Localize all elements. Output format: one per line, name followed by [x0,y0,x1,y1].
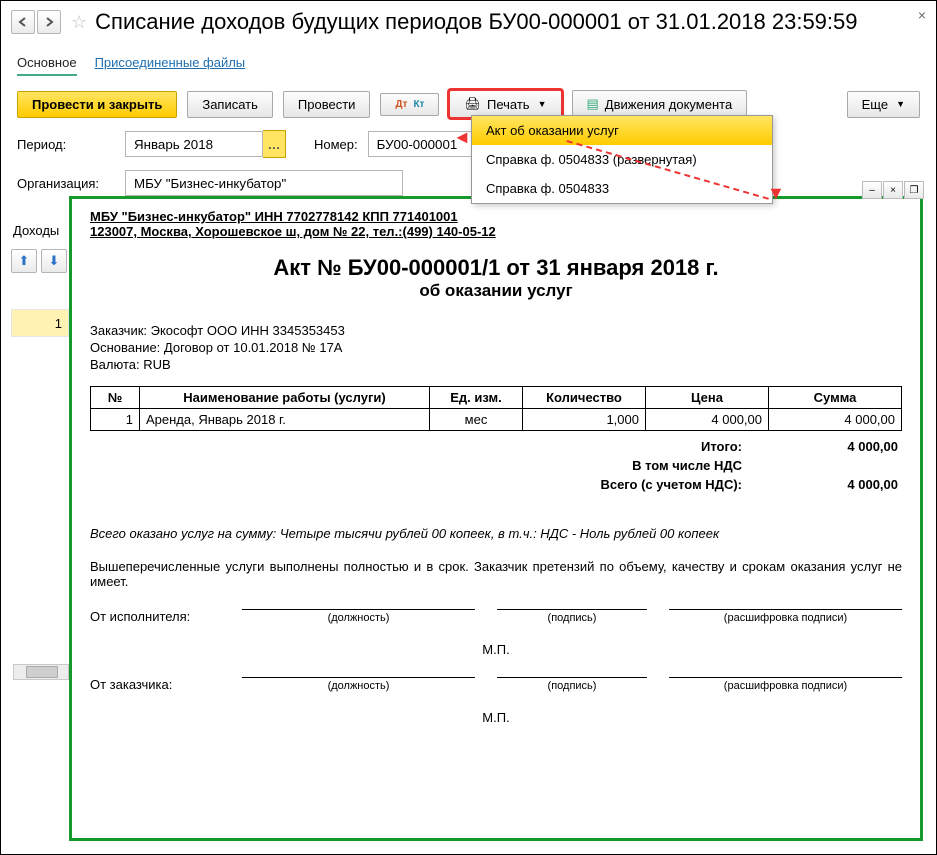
printer-icon: 🖨 [464,96,481,112]
sign-from-customer-label: От заказчика: [90,677,220,692]
act-customer: Заказчик: Экософт ООО ИНН 3345353453 [90,323,902,338]
stamp-place-2: М.П. [90,710,902,725]
cell-num: 1 [91,409,140,431]
print-button[interactable]: 🖨 Печать ▼ [449,90,561,118]
act-title: Акт № БУ00-000001/1 от 31 января 2018 г. [90,255,902,281]
document-icon: ▤ [587,96,599,112]
clause-text: Вышеперечисленные услуги выполнены полно… [90,559,902,589]
print-dropdown-menu: Акт об оказании услуг Справка ф. 0504833… [471,115,773,204]
horizontal-scrollbar[interactable] [13,664,69,680]
scrollbar-thumb[interactable] [26,666,58,678]
row-up-button[interactable]: ⬆ [11,249,37,273]
services-table: № Наименование работы (услуги) Ед. изм. … [90,386,902,431]
org-input[interactable] [125,170,403,196]
panel-restore-button[interactable]: ❐ [904,181,924,199]
table-row: 1 Аренда, Январь 2018 г. мес 1,000 4 000… [91,409,902,431]
annotation-arrow-icon: ◄ [453,127,471,148]
tab-attachments[interactable]: Присоединенные файлы [95,51,246,76]
col-sum: Сумма [769,387,902,409]
chevron-down-icon: ▼ [538,99,547,109]
favorite-star-icon[interactable]: ☆ [71,12,87,33]
movements-button[interactable]: ▤ Движения документа [572,90,748,118]
cell-qty: 1,000 [523,409,646,431]
menu-item-ref[interactable]: Справка ф. 0504833 [472,174,772,203]
vat-label: В том числе НДС [632,458,742,473]
cell-sum: 4 000,00 [769,409,902,431]
window-title: Списание доходов будущих периодов БУ00-0… [95,9,857,35]
print-button-label: Печать [487,97,530,112]
org-header-line1: МБУ "Бизнес-инкубатор" ИНН 7702778142 КП… [90,209,902,224]
org-header-line2: 123007, Москва, Хорошевское ш, дом № 22,… [90,224,902,239]
sign-position: (должность) [242,609,475,624]
sign-signature: (подпись) [497,677,647,692]
col-unit: Ед. изм. [430,387,523,409]
income-tab-label[interactable]: Доходы [13,223,59,238]
period-input[interactable] [125,131,263,157]
act-document-panel: МБУ "Бизнес-инкубатор" ИНН 7702778142 КП… [69,196,923,841]
nav-back-button[interactable] [11,10,35,34]
menu-item-act[interactable]: Акт об оказании услуг [472,116,772,145]
post-button[interactable]: Провести [283,91,371,118]
act-currency: Валюта: RUB [90,357,902,372]
row-down-button[interactable]: ⬇ [41,249,67,273]
close-window-button[interactable]: × [918,7,926,23]
period-picker-button[interactable]: … [263,130,286,158]
act-basis: Основание: Договор от 10.01.2018 № 17А [90,340,902,355]
period-label: Период: [17,137,115,152]
nav-forward-button[interactable] [37,10,61,34]
tab-main[interactable]: Основное [17,51,77,76]
vat-value [768,458,898,473]
total-label: Итого: [701,439,742,454]
more-button-label: Еще [862,97,888,112]
col-qty: Количество [523,387,646,409]
save-button[interactable]: Записать [187,91,273,118]
sum-in-words: Всего оказано услуг на сумму: Четыре тыс… [90,526,902,541]
annotation-arrow-icon: ▼ [767,183,785,204]
sign-from-executor-label: От исполнителя: [90,609,220,624]
org-label: Организация: [17,176,115,191]
dtkt-button[interactable]: ДтКт [380,93,439,116]
panel-close-button[interactable]: × [883,181,903,199]
sign-signature: (подпись) [497,609,647,624]
act-subtitle: об оказании услуг [90,281,902,301]
chevron-down-icon: ▼ [896,99,905,109]
panel-minimize-button[interactable]: – [862,181,882,199]
sign-decipher: (расшифровка подписи) [669,677,902,692]
col-num: № [91,387,140,409]
col-price: Цена [646,387,769,409]
cell-name: Аренда, Январь 2018 г. [140,409,430,431]
cell-unit: мес [430,409,523,431]
number-label: Номер: [314,137,358,152]
post-and-close-button[interactable]: Провести и закрыть [17,91,177,118]
col-name: Наименование работы (услуги) [140,387,430,409]
stamp-place-1: М.П. [90,642,902,657]
more-button[interactable]: Еще ▼ [847,91,920,118]
grand-value: 4 000,00 [768,477,898,492]
movements-button-label: Движения документа [605,97,732,112]
sign-position: (должность) [242,677,475,692]
sign-decipher: (расшифровка подписи) [669,609,902,624]
cell-price: 4 000,00 [646,409,769,431]
total-value: 4 000,00 [768,439,898,454]
panel-window-controls: – × ❐ [862,181,924,199]
table-row-number[interactable]: 1 [11,309,69,337]
menu-item-ref-expand[interactable]: Справка ф. 0504833 (развернутая) [472,145,772,174]
grand-label: Всего (с учетом НДС): [600,477,742,492]
